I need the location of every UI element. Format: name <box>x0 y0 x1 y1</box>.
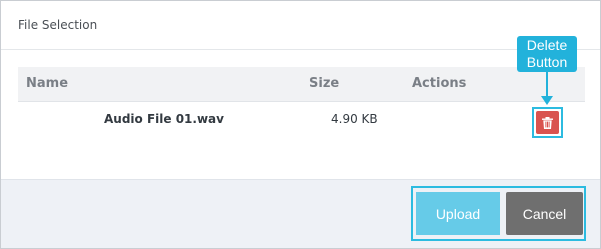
delete-button[interactable] <box>536 111 559 134</box>
trash-icon <box>542 116 553 129</box>
file-size: 4.90 KB <box>331 112 378 126</box>
dialog-header: File Selection <box>1 1 600 50</box>
callout-line-2: Button <box>526 54 568 70</box>
column-header-name: Name <box>26 76 69 91</box>
table-row: Audio File 01.wav 4.90 KB <box>18 102 585 142</box>
callout-line-1: Delete <box>526 37 568 53</box>
file-name: Audio File 01.wav <box>104 112 224 126</box>
cancel-button[interactable]: Cancel <box>506 192 583 235</box>
callout-arrow-icon <box>541 96 553 105</box>
column-header-actions: Actions <box>412 76 467 91</box>
upload-button[interactable]: Upload <box>416 192 500 235</box>
callout-pointer-line <box>546 72 548 98</box>
delete-button-highlight <box>532 107 563 138</box>
dialog-title: File Selection <box>18 18 98 32</box>
delete-button-callout: Delete Button <box>517 36 577 72</box>
table-header: Name Size Actions <box>18 67 585 102</box>
column-header-size: Size <box>309 76 340 91</box>
